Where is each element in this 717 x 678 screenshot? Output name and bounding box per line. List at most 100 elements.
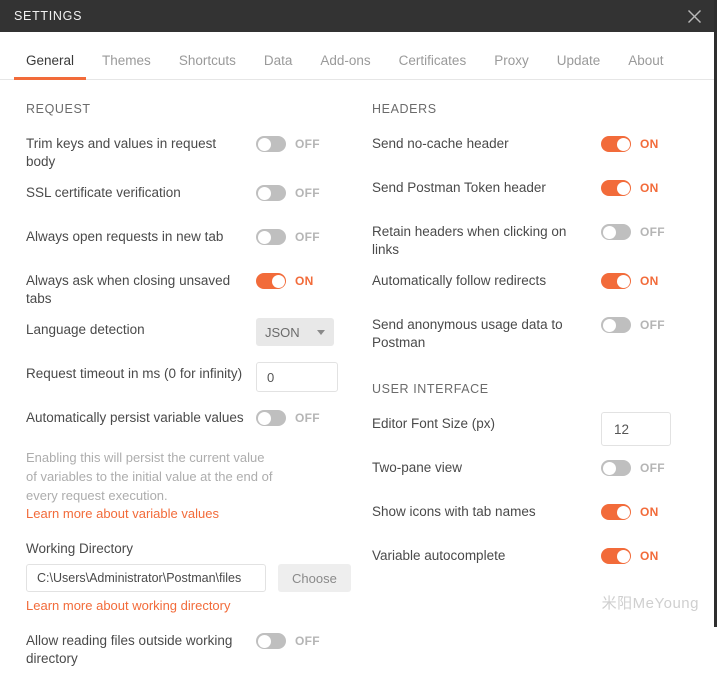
setting-label: SSL certificate verification (26, 185, 181, 200)
toggle-state-label: OFF (640, 461, 665, 475)
toggle-knob (257, 137, 271, 151)
editor-font-size-input[interactable] (601, 412, 671, 446)
learn-more-variable-values-link[interactable]: Learn more about variable values (26, 506, 219, 521)
toggle-knob (616, 137, 630, 151)
setting-row-ssl-verification: SSL certificate verification OFF (26, 181, 352, 215)
settings-content: REQUEST Trim keys and values in request … (0, 80, 717, 678)
toggle-track (601, 136, 631, 152)
toggle-two-pane-view[interactable]: OFF (601, 460, 665, 476)
setting-control: OFF (256, 629, 352, 653)
setting-row-no-cache-header: Send no-cache header ON (372, 132, 697, 166)
toggle-knob (257, 230, 271, 244)
tab-themes[interactable]: Themes (88, 53, 165, 79)
toggle-knob (602, 461, 616, 475)
toggle-persist-variables[interactable]: OFF (256, 410, 320, 426)
working-directory-block: Working Directory Choose Learn more abou… (26, 541, 352, 615)
toggle-show-icons-tab-names[interactable]: ON (601, 504, 659, 520)
toggle-track (256, 136, 286, 152)
setting-row-variable-autocomplete: Variable autocomplete ON (372, 544, 697, 578)
setting-label: Allow reading files outside working dire… (26, 633, 233, 666)
tab-add-ons[interactable]: Add-ons (306, 53, 384, 79)
toggle-track (601, 180, 631, 196)
section-title-user-interface: USER INTERFACE (372, 382, 489, 396)
working-directory-label: Working Directory (26, 541, 134, 556)
toggle-knob (616, 181, 630, 195)
setting-label: Editor Font Size (px) (372, 416, 496, 431)
language-detection-select[interactable]: JSON (256, 318, 334, 346)
setting-control: OFF (256, 181, 352, 205)
setting-row-anonymous-usage-data: Send anonymous usage data to Postman OFF (372, 313, 697, 352)
toggle-trim-keys[interactable]: OFF (256, 136, 320, 152)
setting-control: ON (601, 132, 697, 156)
setting-control: OFF (601, 220, 697, 244)
setting-row-show-icons-tab-names: Show icons with tab names ON (372, 500, 697, 534)
toggle-variable-autocomplete[interactable]: ON (601, 548, 659, 564)
toggle-ask-unsaved-tabs[interactable]: ON (256, 273, 314, 289)
toggle-open-new-tab[interactable]: OFF (256, 229, 320, 245)
toggle-track (256, 229, 286, 245)
setting-label: Automatically follow redirects (372, 273, 547, 288)
setting-row-language-detection: Language detection JSON (26, 318, 352, 352)
select-value: JSON (265, 324, 300, 340)
setting-label: Retain headers when clicking on links (372, 224, 567, 257)
working-directory-row: Choose (26, 564, 352, 592)
setting-control: ON (601, 500, 697, 524)
setting-label: Language detection (26, 322, 145, 337)
section-title-request: REQUEST (26, 102, 91, 116)
setting-row-trim-keys: Trim keys and values in request body OFF (26, 132, 352, 171)
toggle-track (601, 504, 631, 520)
setting-label: Request timeout in ms (0 for infinity) (26, 366, 243, 381)
toggle-track (601, 317, 631, 333)
setting-control: OFF (601, 456, 697, 480)
setting-control: OFF (256, 225, 352, 249)
setting-row-retain-headers: Retain headers when clicking on links OF… (372, 220, 697, 259)
toggle-follow-redirects[interactable]: ON (601, 273, 659, 289)
close-button[interactable] (671, 0, 717, 32)
tab-certificates[interactable]: Certificates (385, 53, 481, 79)
tab-shortcuts[interactable]: Shortcuts (165, 53, 250, 79)
toggle-track (256, 410, 286, 426)
setting-row-two-pane-view: Two-pane view OFF (372, 456, 697, 490)
toggle-knob (271, 274, 285, 288)
request-timeout-input[interactable] (256, 362, 338, 392)
tab-about[interactable]: About (614, 53, 677, 79)
setting-row-persist-variables: Automatically persist variable values OF… (26, 406, 352, 440)
toggle-knob (616, 549, 630, 563)
tab-data[interactable]: Data (250, 53, 307, 79)
setting-control: ON (601, 176, 697, 200)
toggle-track (601, 224, 631, 240)
title-bar: SETTINGS (0, 0, 717, 32)
toggle-knob (616, 274, 630, 288)
setting-row-allow-outside-files: Allow reading files outside working dire… (26, 629, 352, 668)
toggle-track (601, 273, 631, 289)
toggle-anonymous-usage-data[interactable]: OFF (601, 317, 665, 333)
setting-row-postman-token-header: Send Postman Token header ON (372, 176, 697, 210)
setting-label: Send no-cache header (372, 136, 509, 151)
toggle-track (256, 633, 286, 649)
toggle-ssl-verification[interactable]: OFF (256, 185, 320, 201)
setting-control (256, 362, 352, 392)
setting-control: ON (601, 544, 697, 568)
toggle-knob (616, 505, 630, 519)
setting-label: Variable autocomplete (372, 548, 506, 563)
toggle-state-label: OFF (295, 137, 320, 151)
toggle-allow-outside-files[interactable]: OFF (256, 633, 320, 649)
chevron-down-icon (317, 329, 325, 335)
working-directory-input[interactable] (26, 564, 266, 592)
learn-more-working-directory-link[interactable]: Learn more about working directory (26, 598, 231, 613)
tab-proxy[interactable]: Proxy (480, 53, 543, 79)
setting-row-ask-unsaved-tabs: Always ask when closing unsaved tabs ON (26, 269, 352, 308)
choose-directory-button[interactable]: Choose (278, 564, 351, 592)
tab-update[interactable]: Update (543, 53, 615, 79)
toggle-state-label: ON (640, 137, 659, 151)
toggle-no-cache-header[interactable]: ON (601, 136, 659, 152)
toggle-track (601, 548, 631, 564)
toggle-retain-headers[interactable]: OFF (601, 224, 665, 240)
setting-label: Trim keys and values in request body (26, 136, 217, 169)
tab-general[interactable]: General (12, 53, 88, 80)
toggle-postman-token-header[interactable]: ON (601, 180, 659, 196)
close-icon (687, 9, 702, 24)
persist-variables-description-block: Enabling this will persist the current v… (26, 448, 352, 523)
persist-variables-description: Enabling this will persist the current v… (26, 450, 273, 503)
setting-control: ON (256, 269, 352, 293)
